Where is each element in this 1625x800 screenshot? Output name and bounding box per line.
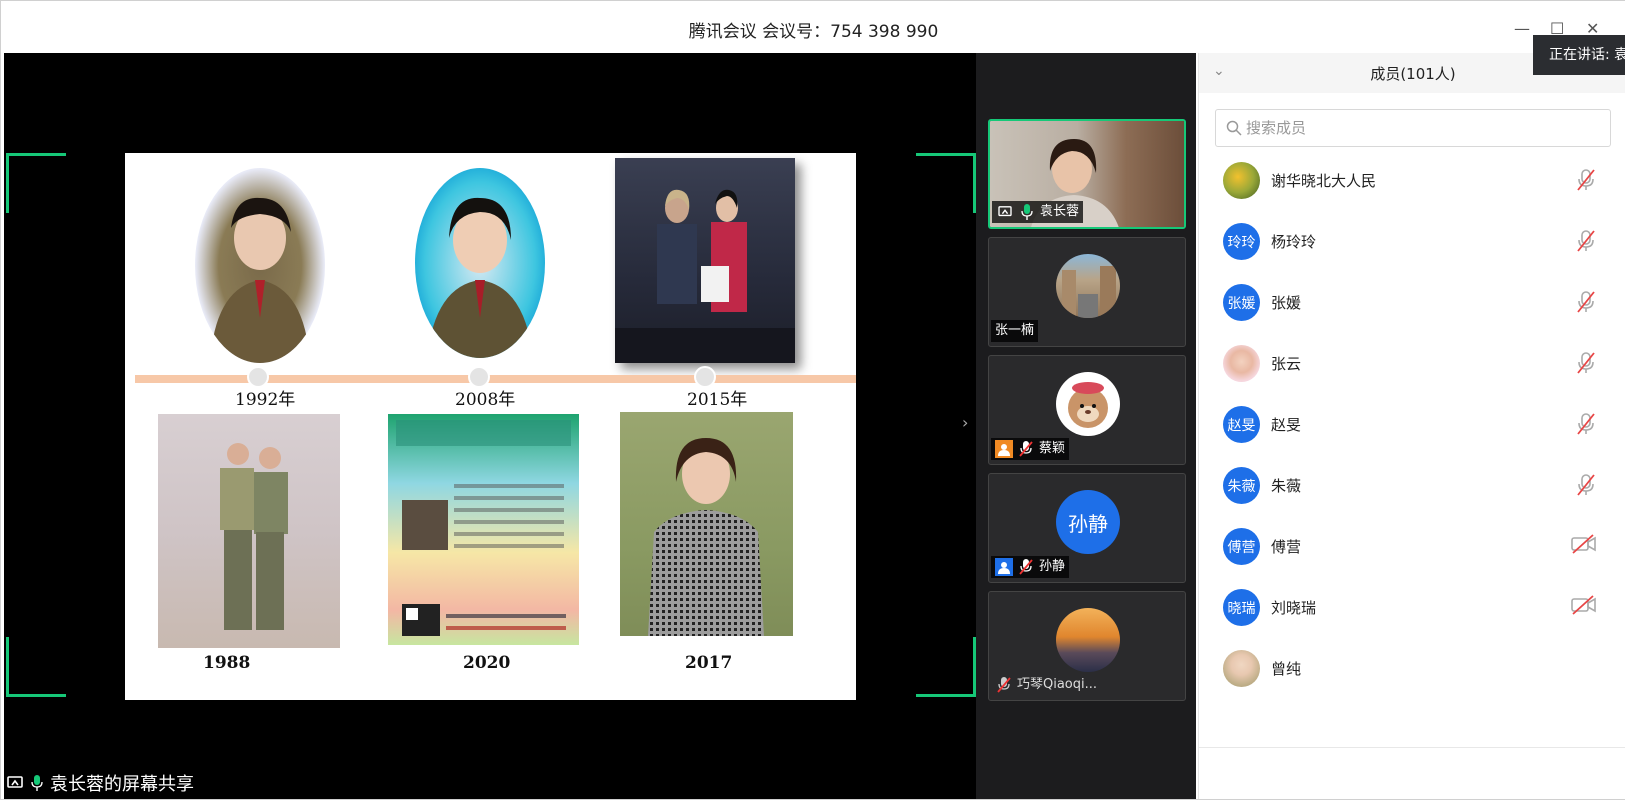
video-tile[interactable]: 袁长蓉 — [988, 119, 1186, 229]
screen-share-area: 1992年 2008年 2015年 1988 2020 2017 袁长蓉的屏幕共… — [4, 53, 976, 799]
share-frame-corner — [916, 153, 976, 213]
chevron-right-icon[interactable]: › — [962, 413, 968, 432]
member-panel: ⌄ 成员(101人) 谢华晓北大人民 玲玲 杨玲玲 张媛 张媛 张云 — [1198, 53, 1625, 799]
avatar: 张媛 — [1223, 284, 1260, 321]
video-tile[interactable]: 张一楠 — [988, 237, 1186, 347]
poster-2020 — [388, 414, 579, 645]
video-off-icon[interactable] — [1571, 595, 1597, 619]
avatar — [1056, 372, 1120, 436]
member-row[interactable]: 谢华晓北大人民 — [1199, 150, 1625, 211]
user-icon — [995, 558, 1013, 576]
member-row[interactable]: 赵旻 赵旻 — [1199, 394, 1625, 455]
participant-name: 蔡颖 — [1039, 441, 1066, 456]
microphone-icon — [1018, 203, 1036, 221]
avatar — [1223, 162, 1260, 199]
window-title: 腾讯会议 会议号：754 398 990 — [688, 22, 939, 42]
year-label: 2017 — [685, 653, 733, 673]
participant-name: 袁长蓉 — [1040, 204, 1080, 219]
avatar-text: 孙静 — [1068, 511, 1108, 536]
share-frame-corner — [916, 637, 976, 697]
member-name: 朱薇 — [1271, 477, 1302, 495]
timeline-bar — [135, 375, 856, 383]
year-label: 2015年 — [687, 390, 748, 410]
screen-share-label: 袁长蓉的屏幕共享 — [4, 771, 194, 795]
year-label: 1988 — [203, 653, 251, 673]
member-row[interactable]: 傅营 傅营 — [1199, 516, 1625, 577]
mic-muted-icon[interactable] — [1575, 473, 1597, 501]
member-name: 张媛 — [1271, 294, 1302, 312]
avatar: 孙静 — [1056, 490, 1120, 554]
portrait-1992 — [195, 168, 325, 363]
participant-name: 孙静 — [1039, 559, 1066, 574]
member-row[interactable]: 张媛 张媛 — [1199, 272, 1625, 333]
avatar — [1056, 608, 1120, 672]
year-label: 2008年 — [455, 390, 516, 410]
mic-muted-icon — [995, 676, 1013, 694]
photo-2017 — [620, 412, 793, 636]
video-tile[interactable]: 蔡颖 — [988, 355, 1186, 465]
member-row[interactable]: 朱薇 朱薇 — [1199, 455, 1625, 516]
microphone-icon — [28, 774, 46, 792]
mic-muted-icon — [1017, 558, 1035, 576]
participant-label: 张一楠 — [991, 320, 1039, 342]
participant-label: 袁长蓉 — [992, 201, 1084, 223]
participant-name: 巧琴Qiaoqi... — [1017, 677, 1098, 692]
member-row[interactable]: 玲玲 杨玲玲 — [1199, 211, 1625, 272]
meeting-window: 腾讯会议 会议号：754 398 990 — ☐ ✕ 正在讲话: 袁 1992年… — [0, 0, 1625, 800]
participant-label: 孙静 — [991, 556, 1070, 578]
video-strip: › 袁长蓉 张一楠 蔡颖 孙静 孙静 巧琴Qiaoqi... — [962, 53, 1196, 799]
member-name: 赵旻 — [1271, 416, 1302, 434]
member-row[interactable]: 张云 — [1199, 333, 1625, 394]
speaking-indicator: 正在讲话: 袁 — [1533, 35, 1625, 75]
minimize-icon[interactable]: — — [1514, 19, 1530, 38]
avatar: 傅营 — [1223, 528, 1260, 565]
mic-muted-icon[interactable] — [1575, 168, 1597, 196]
participant-label: 蔡颖 — [991, 438, 1070, 460]
avatar: 赵旻 — [1223, 406, 1260, 443]
member-search — [1215, 109, 1611, 147]
year-label: 1992年 — [235, 390, 296, 410]
portrait-2008 — [415, 168, 545, 358]
member-name: 杨玲玲 — [1271, 233, 1317, 251]
divider — [1199, 747, 1625, 748]
mic-muted-icon[interactable] — [1575, 229, 1597, 257]
mic-muted-icon[interactable] — [1575, 290, 1597, 318]
shared-slide: 1992年 2008年 2015年 1988 2020 2017 — [125, 153, 856, 700]
member-name: 曾纯 — [1271, 660, 1302, 678]
mic-muted-icon — [1017, 440, 1035, 458]
member-row[interactable]: 曾纯 — [1199, 638, 1625, 699]
video-tile[interactable]: 巧琴Qiaoqi... — [988, 591, 1186, 701]
mic-muted-icon[interactable] — [1575, 412, 1597, 440]
search-input[interactable] — [1246, 114, 1596, 142]
photo-2015-award — [615, 158, 795, 363]
member-row[interactable]: 晓瑞 刘晓瑞 — [1199, 577, 1625, 638]
mic-muted-icon[interactable] — [1575, 351, 1597, 379]
title-bar: 腾讯会议 会议号：754 398 990 — ☐ ✕ — [1, 1, 1625, 53]
screen-share-owner: 袁长蓉的屏幕共享 — [50, 774, 194, 795]
member-name: 张云 — [1271, 355, 1302, 373]
screen-share-icon — [996, 203, 1014, 221]
year-label: 2020 — [463, 653, 511, 673]
user-icon — [995, 440, 1013, 458]
share-frame-corner — [6, 637, 66, 697]
member-name: 刘晓瑞 — [1271, 599, 1317, 617]
screen-share-icon — [6, 774, 24, 792]
member-name: 傅营 — [1271, 538, 1302, 556]
avatar: 玲玲 — [1223, 223, 1260, 260]
share-frame-corner — [6, 153, 66, 213]
avatar — [1056, 254, 1120, 318]
video-off-icon[interactable] — [1571, 534, 1597, 558]
avatar: 朱薇 — [1223, 467, 1260, 504]
search-icon — [1226, 120, 1242, 136]
member-name: 谢华晓北大人民 — [1271, 172, 1377, 190]
participant-label: 巧琴Qiaoqi... — [991, 674, 1101, 696]
participant-name: 张一楠 — [995, 323, 1035, 338]
photo-1988 — [158, 414, 340, 648]
video-tile[interactable]: 孙静 孙静 — [988, 473, 1186, 583]
avatar — [1223, 650, 1260, 687]
avatar — [1223, 345, 1260, 382]
avatar: 晓瑞 — [1223, 589, 1260, 626]
